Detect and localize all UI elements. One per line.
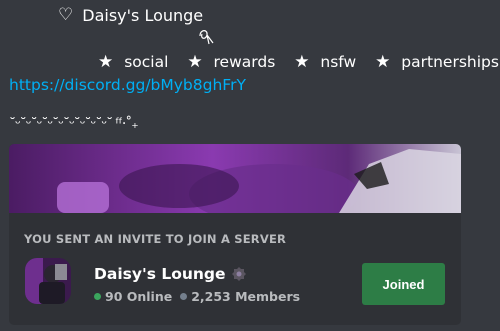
star-icon: ★: [187, 52, 203, 72]
server-name: Daisy's Lounge: [94, 265, 226, 283]
server-banner-image: [9, 144, 461, 213]
star-icon: ★: [294, 52, 310, 72]
server-stats: 90 Online 2,253 Members: [94, 289, 300, 304]
star-icon: ★: [98, 52, 114, 72]
category-item: partnerships: [401, 53, 499, 71]
members-status-icon: [180, 293, 188, 300]
online-count: 90 Online: [105, 289, 173, 304]
heart-outline-icon: ♡: [58, 5, 74, 25]
joined-button[interactable]: Joined: [362, 263, 445, 305]
member-count: 2,253 Members: [191, 289, 301, 304]
bow-doodle-icon: [197, 27, 217, 49]
invite-card: YOU SENT AN INVITE TO JOIN A SERVER Dais…: [9, 144, 461, 325]
category-list: ★ social ★ rewards ★ nsfw ★ partnerships: [98, 52, 500, 72]
message-title: Daisy's Lounge: [82, 6, 204, 25]
category-item: nsfw: [320, 53, 357, 71]
server-name-row: Daisy's Lounge: [94, 265, 246, 283]
verified-badge-icon: [231, 267, 246, 281]
online-status-icon: [94, 293, 101, 300]
message-title-line: ♡ Daisy's Lounge: [58, 6, 203, 25]
decorative-divider: ˘ᵕ˘ᵕ˘ᵕ˘ᵕ˘ᵕ˘ᵕ˘ᵕ˘ᵕ˘ᵕ˘ ᶠᶠ·˚₊: [9, 116, 139, 132]
category-item: social: [124, 53, 169, 71]
invite-heading: YOU SENT AN INVITE TO JOIN A SERVER: [24, 232, 287, 246]
star-icon: ★: [375, 52, 391, 72]
server-avatar: [25, 258, 71, 304]
category-item: rewards: [213, 53, 276, 71]
invite-link[interactable]: https://discord.gg/bMyb8ghFrY: [9, 76, 246, 94]
